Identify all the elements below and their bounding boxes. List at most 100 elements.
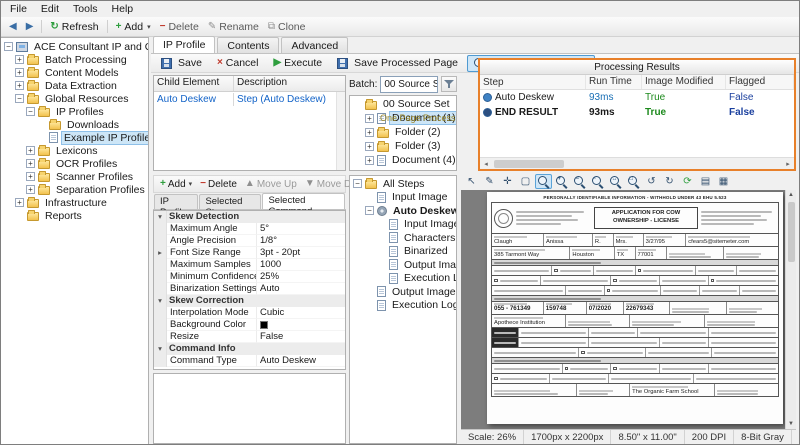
refresh-view-button[interactable]: ⟳: [679, 174, 696, 189]
property-row-minimum-confidence[interactable]: Minimum Confidence25%: [154, 271, 345, 283]
expand-icon[interactable]: ▸: [154, 247, 167, 259]
tree-item-output-image[interactable]: Output Image: [350, 258, 456, 272]
batch-filter-button[interactable]: [441, 76, 457, 92]
tree-item-input-image[interactable]: Input Image: [350, 191, 456, 205]
collapse-icon[interactable]: ▾: [154, 211, 167, 223]
tree-item-infrastructure[interactable]: +Infrastructure: [1, 196, 148, 209]
tree-item-binarized[interactable]: Binarized: [350, 245, 456, 259]
column-header-flagged[interactable]: Flagged: [726, 75, 794, 89]
results-horizontal-scrollbar[interactable]: ◂ ▸: [480, 157, 794, 169]
property-category-skew-correction[interactable]: ▾Skew Correction: [154, 295, 345, 307]
tree-item-folder-2[interactable]: +Folder (2): [350, 125, 456, 139]
expander-icon[interactable]: +: [15, 198, 24, 207]
expander-icon[interactable]: −: [15, 94, 24, 103]
column-header-step[interactable]: Step: [480, 75, 586, 89]
expander-icon[interactable]: +: [365, 114, 374, 123]
tree-item-input-image[interactable]: Input Image: [350, 218, 456, 232]
tree-item-auto-deskew[interactable]: −Auto Deskew: [350, 204, 456, 218]
property-value[interactable]: 1000: [257, 259, 345, 271]
property-value[interactable]: False: [257, 331, 345, 343]
tree-item-ocr-profiles[interactable]: +OCR Profiles: [1, 157, 148, 170]
collapse-icon[interactable]: ▾: [154, 295, 167, 307]
tree-item-separation-profiles[interactable]: +Separation Profiles: [1, 183, 148, 196]
scroll-right-icon[interactable]: ▸: [782, 160, 794, 168]
tree-item-data-extraction[interactable]: +Data Extraction: [1, 79, 148, 92]
tab-selected-command[interactable]: Selected Command: [262, 193, 345, 209]
delete-button[interactable]: − Delete: [156, 19, 203, 35]
property-row-maximum-samples[interactable]: Maximum Samples1000: [154, 259, 345, 271]
tree-item-execution-log[interactable]: Execution Log: [350, 299, 456, 313]
property-row-angle-precision[interactable]: Angle Precision1/8°: [154, 235, 345, 247]
property-category-command-info[interactable]: ▾Command Info: [154, 343, 345, 355]
cancel-button[interactable]: × Cancel: [211, 55, 265, 71]
expander-icon[interactable]: +: [15, 68, 24, 77]
tree-item-ip-profiles[interactable]: −IP Profiles: [1, 105, 148, 118]
menu-tools[interactable]: Tools: [66, 2, 105, 16]
menu-file[interactable]: File: [3, 2, 34, 16]
zoom-region-button[interactable]: ▫: [589, 174, 606, 189]
scrollbar-thumb[interactable]: [788, 202, 795, 262]
tree-item-folder-3[interactable]: +Folder (3): [350, 139, 456, 153]
expander-icon[interactable]: −: [4, 42, 13, 51]
property-category-skew-detection[interactable]: ▾Skew Detection: [154, 211, 345, 223]
property-row-binarization-settings[interactable]: Binarization SettingsAuto: [154, 283, 345, 295]
property-value[interactable]: 3pt - 20pt: [257, 247, 345, 259]
column-header-run-time[interactable]: Run Time: [586, 75, 642, 89]
tree-item-downloads[interactable]: Downloads: [1, 118, 148, 131]
property-row-font-size-range[interactable]: ▸Font Size Range3pt - 20pt: [154, 247, 345, 259]
clone-button[interactable]: ⧉ Clone: [264, 19, 310, 35]
property-value[interactable]: Cubic: [257, 307, 345, 319]
expander-icon[interactable]: +: [26, 146, 35, 155]
expander-icon[interactable]: +: [365, 128, 374, 137]
tree-item-execution-log[interactable]: Execution Log: [350, 272, 456, 286]
zoom-out-button[interactable]: −: [571, 174, 588, 189]
menu-edit[interactable]: Edit: [34, 2, 66, 16]
tree-item-characters[interactable]: Characters: [350, 231, 456, 245]
execute-button[interactable]: ▶ Execute: [267, 55, 328, 71]
tree-item-output-image[interactable]: Output Image: [350, 285, 456, 299]
add-button[interactable]: + Add ▾: [112, 19, 155, 35]
scrollbar-thumb[interactable]: [494, 160, 564, 168]
tab-selected-step[interactable]: Selected Step: [199, 194, 261, 209]
tree-item-scanner-profiles[interactable]: +Scanner Profiles: [1, 170, 148, 183]
tab-ip-profile[interactable]: IP Profile: [153, 36, 215, 53]
expander-icon[interactable]: +: [365, 142, 374, 151]
tree-item-batch-processing[interactable]: +Batch Processing: [1, 53, 148, 66]
grid-settings-button[interactable]: ▦: [715, 174, 732, 189]
property-value[interactable]: 5°: [257, 223, 345, 235]
save-processed-page-button[interactable]: Save Processed Page: [331, 55, 464, 71]
expander-icon[interactable]: −: [26, 107, 35, 116]
property-row-interpolation-mode[interactable]: Interpolation ModeCubic: [154, 307, 345, 319]
property-value[interactable]: [257, 319, 345, 331]
tree-item-global-resources[interactable]: −Global Resources: [1, 92, 148, 105]
fit-page-button[interactable]: □: [625, 174, 642, 189]
tree-item-example-ip-profile[interactable]: Example IP Profile: [1, 131, 148, 144]
result-row-end-result[interactable]: END RESULT 93ms True False: [480, 105, 794, 120]
print-button[interactable]: ▤: [697, 174, 714, 189]
batch-select[interactable]: 00 Source Set ▾: [380, 76, 438, 93]
scroll-up-icon[interactable]: ▲: [788, 190, 794, 200]
expander-icon[interactable]: +: [15, 81, 24, 90]
property-value[interactable]: 25%: [257, 271, 345, 283]
rename-button[interactable]: ✎ Rename: [204, 19, 263, 35]
property-value[interactable]: Auto Deskew: [257, 355, 345, 367]
column-header-description[interactable]: Description: [234, 76, 345, 91]
expander-icon[interactable]: −: [353, 179, 362, 188]
tree-item-document-1[interactable]: +Document (1)One Page Processing.tiff do…: [350, 111, 456, 125]
tab-ip-profile-detail[interactable]: IP Profile: [154, 194, 198, 209]
expander-icon[interactable]: +: [26, 172, 35, 181]
magnifier-button[interactable]: [535, 174, 552, 189]
tree-item-ace-consultant-ip-and-ocr[interactable]: −ACE Consultant IP and OCR: [1, 40, 148, 53]
tree-item-00-source-set[interactable]: 00 Source Set: [350, 97, 456, 111]
refresh-button[interactable]: ↻ Refresh: [46, 19, 102, 35]
child-grid-row-auto-deskew[interactable]: Auto Deskew Step (Auto Deskew): [154, 92, 345, 107]
move-up-button[interactable]: ▲ Move Up: [242, 178, 300, 191]
expander-icon[interactable]: −: [365, 206, 374, 215]
scroll-left-icon[interactable]: ◂: [480, 160, 492, 168]
forward-button[interactable]: ▶: [22, 20, 38, 34]
add-step-button[interactable]: + Add ▾: [157, 178, 195, 191]
tab-advanced[interactable]: Advanced: [281, 37, 348, 53]
zoom-in-button[interactable]: +: [553, 174, 570, 189]
tab-contents[interactable]: Contents: [217, 37, 279, 53]
rotate-left-button[interactable]: ↺: [643, 174, 660, 189]
